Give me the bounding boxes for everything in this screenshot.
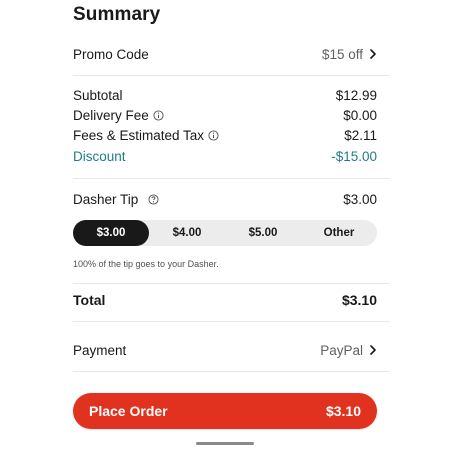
divider <box>73 371 390 372</box>
question-icon[interactable] <box>148 193 159 205</box>
divider <box>73 75 390 76</box>
tip-note: 100% of the tip goes to your Dasher. <box>73 259 219 269</box>
tip-option-other[interactable]: Other <box>301 220 377 246</box>
divider <box>73 178 390 179</box>
chevron-right-icon <box>370 345 376 355</box>
place-order-amount: $3.10 <box>325 403 361 419</box>
fees-tax-row: Fees & Estimated Tax $2.11 <box>73 125 377 145</box>
delivery-fee-label: Delivery Fee <box>73 107 149 123</box>
total-label: Total <box>73 292 106 308</box>
payment-row[interactable]: Payment PayPal <box>73 340 377 360</box>
info-icon[interactable] <box>208 129 219 141</box>
tip-option-5[interactable]: $5.00 <box>225 220 301 246</box>
place-order-label: Place Order <box>89 403 168 419</box>
total-row: Total $3.10 <box>73 290 377 310</box>
tip-selector: $3.00 $4.00 $5.00 Other <box>73 220 377 246</box>
discount-value: -$15.00 <box>331 148 377 164</box>
discount-row: Discount -$15.00 <box>73 146 377 166</box>
tip-option-4[interactable]: $4.00 <box>149 220 225 246</box>
dasher-tip-value: $3.00 <box>343 191 377 207</box>
total-value: $3.10 <box>341 292 377 308</box>
page-title: Summary <box>73 4 161 25</box>
info-icon[interactable] <box>153 109 164 121</box>
subtotal-label: Subtotal <box>73 87 123 103</box>
tip-option-3[interactable]: $3.00 <box>73 220 149 246</box>
promo-code-row[interactable]: Promo Code $15 off <box>73 44 377 64</box>
fees-tax-label: Fees & Estimated Tax <box>73 127 205 143</box>
payment-method-value: PayPal <box>320 342 363 358</box>
divider <box>73 283 390 284</box>
divider <box>73 321 390 322</box>
promo-code-value: $15 off <box>321 46 363 62</box>
subtotal-row: Subtotal $12.99 <box>73 85 377 105</box>
payment-label: Payment <box>73 342 127 358</box>
chevron-right-icon <box>370 49 376 59</box>
dasher-tip-label: Dasher Tip <box>73 191 139 207</box>
delivery-fee-row: Delivery Fee $0.00 <box>73 105 377 125</box>
checkout-summary: Summary Promo Code $15 off Subtotal $12.… <box>0 0 450 450</box>
discount-label: Discount <box>73 148 126 164</box>
subtotal-value: $12.99 <box>335 87 377 103</box>
home-indicator <box>196 442 254 445</box>
dasher-tip-row: Dasher Tip $3.00 <box>73 189 377 209</box>
fees-tax-value: $2.11 <box>344 127 377 143</box>
promo-code-label: Promo Code <box>73 46 149 62</box>
place-order-button[interactable]: Place Order $3.10 <box>73 393 377 429</box>
delivery-fee-value: $0.00 <box>343 107 377 123</box>
